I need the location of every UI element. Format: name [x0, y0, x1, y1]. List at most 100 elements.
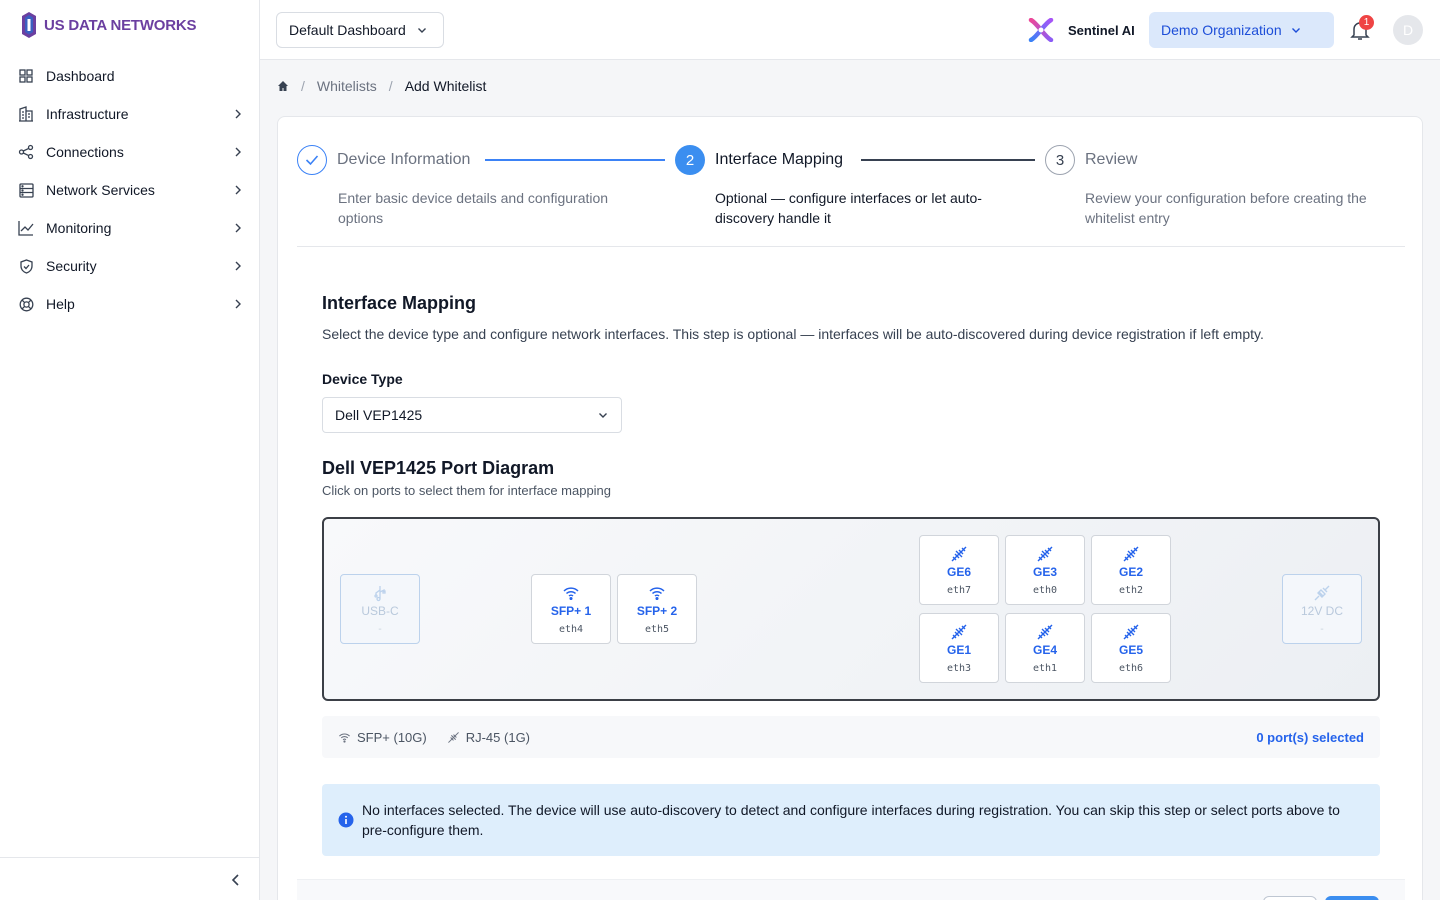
step-connector — [485, 159, 665, 161]
sidebar-item-label: Help — [46, 296, 75, 312]
port-interface: eth3 — [946, 662, 972, 674]
collapse-sidebar-button[interactable] — [226, 870, 246, 890]
ethernet-icon — [951, 624, 967, 639]
sidebar-item-network-services[interactable]: Network Services — [0, 171, 260, 209]
port-ge5[interactable]: GE5 eth6 — [1091, 613, 1171, 683]
sidebar-footer — [0, 857, 260, 900]
avatar[interactable]: D — [1393, 15, 1423, 45]
port-name: GE6 — [946, 564, 971, 579]
sidebar-item-label: Infrastructure — [46, 106, 129, 122]
port-sfp-2[interactable]: SFP+ 2 eth5 — [617, 574, 697, 644]
chevron-left-icon — [231, 874, 239, 886]
sidebar: US DATA NETWORKS Dashboard Infrastructur… — [0, 0, 260, 900]
wizard-card: Device Information Enter basic device de… — [277, 116, 1423, 900]
port-name: USB-C — [361, 603, 399, 618]
section-description: Select the device type and configure net… — [322, 326, 1264, 342]
port-ge2[interactable]: GE2 eth2 — [1091, 535, 1171, 605]
ethernet-icon — [1123, 624, 1139, 639]
brand-logo[interactable]: US DATA NETWORKS — [20, 10, 197, 40]
port-name: 12V DC — [1300, 603, 1344, 618]
sidebar-item-dashboard[interactable]: Dashboard — [0, 57, 260, 95]
step-number: 2 — [675, 145, 705, 175]
card-footer — [297, 879, 1405, 900]
chevron-down-icon — [599, 413, 607, 418]
device-type-label: Device Type — [322, 371, 403, 387]
port-interface: - — [376, 623, 384, 635]
step-description: Review your configuration before creatin… — [1085, 190, 1367, 226]
port-interface: eth1 — [1032, 662, 1058, 674]
back-button[interactable] — [1263, 896, 1317, 900]
port-interface: eth7 — [946, 584, 972, 596]
info-text: No interfaces selected. The device will … — [362, 802, 1340, 838]
notification-badge: 1 — [1359, 15, 1374, 30]
chart-line-icon — [18, 220, 34, 236]
divider — [297, 246, 1405, 247]
port-name: GE5 — [1118, 642, 1143, 657]
device-type-select[interactable]: Dell VEP1425 — [322, 397, 622, 433]
breadcrumb-current: Add Whitelist — [404, 78, 487, 94]
step-title: Device Information — [337, 151, 471, 168]
sentinel-ai-label: Sentinel AI — [1068, 22, 1135, 38]
port-name: SFP+ 1 — [550, 603, 592, 618]
port-interface: eth4 — [558, 623, 584, 635]
wifi-icon — [563, 586, 579, 600]
info-banner: No interfaces selected. The device will … — [322, 784, 1380, 856]
shield-icon — [18, 258, 34, 274]
organization-select[interactable]: Demo Organization — [1149, 12, 1334, 48]
plug-icon — [1314, 585, 1330, 600]
ethernet-icon — [951, 546, 967, 561]
sidebar-item-infrastructure[interactable]: Infrastructure — [0, 95, 260, 133]
sidebar-nav: Dashboard Infrastructure Connections Net… — [0, 57, 260, 323]
step-device-information[interactable]: Device Information — [297, 145, 470, 175]
sentinel-ai-logo-icon — [1028, 18, 1054, 42]
ethernet-icon — [1123, 546, 1139, 561]
port-power-12v: 12V DC - — [1282, 574, 1362, 644]
port-interface: eth5 — [644, 623, 670, 635]
port-sfp-1[interactable]: SFP+ 1 eth4 — [531, 574, 611, 644]
port-diagram-subtitle: Click on ports to select them for interf… — [322, 483, 612, 498]
sidebar-item-label: Monitoring — [46, 220, 112, 236]
port-ge1[interactable]: GE1 eth3 — [919, 613, 999, 683]
next-button[interactable] — [1325, 896, 1379, 900]
ethernet-icon — [1037, 624, 1053, 639]
port-name: GE2 — [1118, 564, 1143, 579]
section-title: Interface Mapping — [322, 293, 477, 313]
step-description: Enter basic device details and configura… — [338, 190, 609, 226]
logo-icon — [22, 12, 36, 38]
chevron-right-icon — [235, 299, 241, 309]
step-interface-mapping[interactable]: 2 Interface Mapping — [675, 145, 843, 175]
step-review[interactable]: 3 Review — [1045, 145, 1137, 175]
legend-rj45: RJ-45 (1G) — [447, 730, 530, 745]
chevron-right-icon — [235, 147, 241, 157]
breadcrumb-separator: / — [301, 78, 305, 94]
port-ge4[interactable]: GE4 eth1 — [1005, 613, 1085, 683]
chevron-down-icon — [417, 28, 426, 33]
breadcrumb-link-whitelists[interactable]: Whitelists — [317, 78, 377, 94]
ethernet-icon — [447, 731, 459, 743]
port-ge6[interactable]: GE6 eth7 — [919, 535, 999, 605]
step-title: Interface Mapping — [715, 151, 844, 168]
chevron-right-icon — [235, 223, 241, 233]
port-name: GE4 — [1032, 642, 1057, 657]
port-name: SFP+ 2 — [636, 603, 678, 618]
share-icon — [18, 144, 34, 160]
home-icon[interactable] — [277, 80, 289, 92]
step-complete-indicator — [297, 145, 327, 175]
sidebar-item-help[interactable]: Help — [0, 285, 260, 323]
grid-icon — [18, 68, 34, 84]
lifebuoy-icon — [18, 296, 34, 312]
dashboard-select[interactable]: Default Dashboard — [276, 12, 444, 48]
sentinel-ai-button[interactable]: Sentinel AI — [1028, 18, 1135, 42]
building-icon — [18, 106, 34, 122]
sidebar-item-security[interactable]: Security — [0, 247, 260, 285]
chevron-right-icon — [235, 109, 241, 119]
port-ge3[interactable]: GE3 eth0 — [1005, 535, 1085, 605]
topbar: Default Dashboard Sentinel AI Demo Organ… — [260, 0, 1440, 60]
wifi-icon — [339, 732, 350, 743]
sidebar-item-connections[interactable]: Connections — [0, 133, 260, 171]
breadcrumb: / Whitelists / Add Whitelist — [277, 77, 486, 95]
legend-sfp-label: SFP+ (10G) — [357, 729, 427, 745]
port-legend: SFP+ (10G) RJ-45 (1G) 0 port(s) selected — [322, 716, 1380, 758]
chevron-right-icon — [235, 261, 241, 271]
sidebar-item-monitoring[interactable]: Monitoring — [0, 209, 260, 247]
